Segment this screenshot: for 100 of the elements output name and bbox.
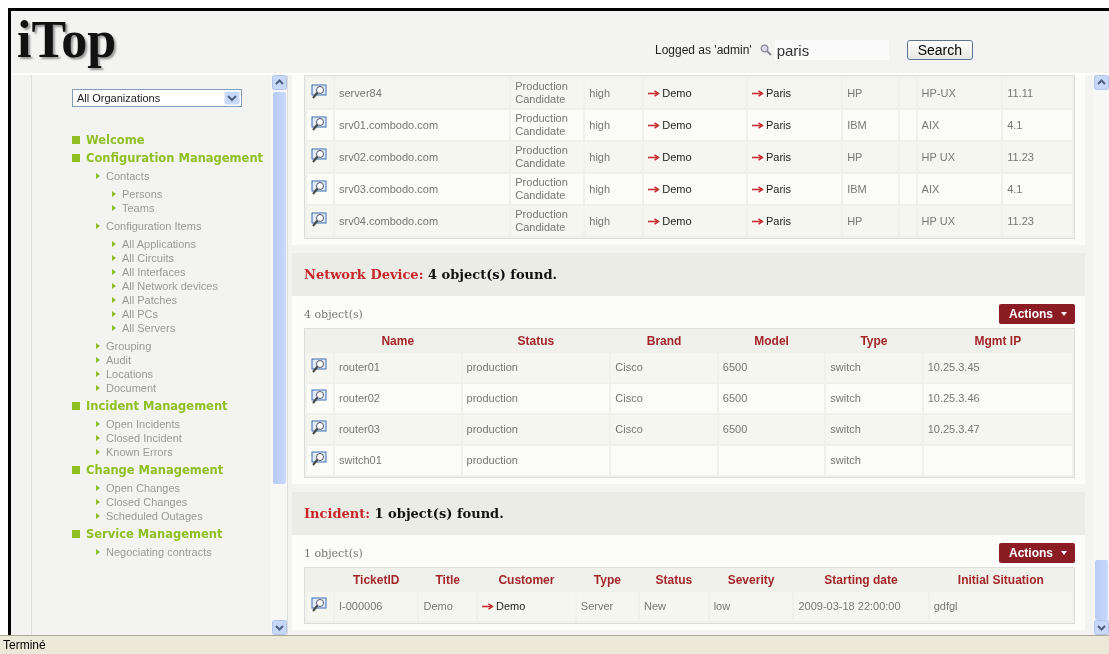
table-cell: Production Candidate <box>515 112 568 137</box>
actions-button[interactable]: Actions <box>999 543 1075 563</box>
scrollbar-thumb[interactable] <box>272 92 286 484</box>
column-header[interactable]: Severity <box>727 573 775 587</box>
scrollbar[interactable] <box>271 75 287 635</box>
magnifier-icon[interactable] <box>311 451 328 467</box>
search-button[interactable]: Search <box>906 40 973 60</box>
link[interactable]: Paris <box>751 214 791 228</box>
table-cell: HP <box>847 214 863 227</box>
arrow-icon <box>481 603 494 610</box>
table-cell: 2009-03-18 22:00:00 <box>798 600 901 612</box>
column-header[interactable]: Mgmt IP <box>974 334 1022 348</box>
table-cell: router03 <box>339 423 380 435</box>
link[interactable]: Paris <box>751 118 791 132</box>
table-cell: 4.1 <box>1007 182 1023 195</box>
table-cell: gdfgl <box>933 600 958 612</box>
table-cell: Production Candidate <box>515 208 568 233</box>
column-header[interactable]: Status <box>655 573 693 587</box>
bullet-icon <box>96 223 100 229</box>
column-header[interactable]: Status <box>517 334 555 348</box>
column-header[interactable]: Type <box>593 573 621 587</box>
arrow-icon <box>648 185 661 193</box>
table-cell: IBM <box>847 118 867 131</box>
column-header[interactable]: Name <box>381 334 415 348</box>
magnifier-icon[interactable] <box>311 179 328 196</box>
table-cell: low <box>713 600 731 612</box>
bullet-icon <box>112 255 116 261</box>
object-count: 4 object(s) <box>304 307 363 321</box>
table-cell: AIX <box>921 118 940 131</box>
table-cell: Production Candidate <box>515 176 568 201</box>
arrow-icon <box>648 153 661 161</box>
link[interactable]: Paris <box>751 182 791 196</box>
table-cell: production <box>466 423 518 435</box>
magnifier-icon[interactable] <box>311 358 328 374</box>
magnifier-icon[interactable] <box>311 597 328 613</box>
bullet-icon <box>112 205 116 211</box>
status-text: Terminé <box>0 635 1109 654</box>
table-cell: 11.23 <box>1007 214 1034 227</box>
bullet-icon <box>112 297 116 303</box>
table-cell: Cisco <box>615 361 643 373</box>
link[interactable]: Paris <box>751 150 791 164</box>
table-cell: srv04.combodo.com <box>339 214 439 227</box>
table-cell: I-000006 <box>339 600 383 612</box>
bullet-icon <box>112 325 116 331</box>
column-header[interactable]: Customer <box>498 573 555 587</box>
table-cell: production <box>466 392 518 404</box>
actions-button[interactable]: Actions <box>999 304 1075 324</box>
table-cell: router02 <box>339 392 380 404</box>
search-field[interactable]: paris <box>774 40 889 60</box>
bullet-icon <box>96 357 100 363</box>
table-cell: Production Candidate <box>515 144 568 169</box>
object-count: 1 object(s) <box>304 546 363 560</box>
bullet-icon <box>112 311 116 317</box>
column-header[interactable]: TicketID <box>353 573 400 587</box>
bullet-icon <box>72 466 80 474</box>
table-cell: high <box>589 86 611 99</box>
table-cell: server84 <box>339 86 382 99</box>
table-cell: HP UX <box>921 214 955 227</box>
table-cell: production <box>466 454 518 466</box>
magnifier-icon[interactable] <box>311 147 328 164</box>
scrollbar-thumb[interactable] <box>1094 560 1108 620</box>
arrow-icon <box>751 153 764 161</box>
table-cell: router01 <box>339 361 380 373</box>
table-cell: HP UX <box>921 150 955 163</box>
column-header[interactable]: Brand <box>646 334 682 348</box>
link[interactable]: Paris <box>751 86 791 100</box>
table-cell: 6500 <box>722 361 748 373</box>
magnifier-icon[interactable] <box>311 115 328 132</box>
magnifier-icon[interactable] <box>311 83 328 100</box>
column-header[interactable]: Initial Situation <box>957 573 1044 587</box>
table-cell: high <box>589 214 611 227</box>
bullet-icon <box>72 402 80 410</box>
scrollbar[interactable] <box>1093 75 1109 635</box>
arrow-icon <box>751 89 764 97</box>
table-cell: high <box>589 150 611 163</box>
table-cell: switch <box>830 361 861 373</box>
column-header[interactable]: Model <box>754 334 789 348</box>
magnifier-icon[interactable] <box>311 211 328 228</box>
column-header[interactable]: Title <box>435 573 460 587</box>
organization-select[interactable]: All Organizations <box>72 89 242 107</box>
table-cell: switch01 <box>339 454 382 466</box>
table-cell: high <box>589 182 611 195</box>
bullet-icon <box>96 385 100 391</box>
magnifier-icon[interactable] <box>311 389 328 405</box>
caret-icon <box>1061 551 1067 555</box>
table-cell: srv03.combodo.com <box>339 182 439 195</box>
bullet-icon <box>96 435 100 441</box>
table-cell: HP-UX <box>921 86 956 99</box>
table-cell: srv02.combodo.com <box>339 150 439 163</box>
table-cell: AIX <box>921 182 940 195</box>
table-cell: 10.25.3.46 <box>927 392 980 404</box>
table-cell: New <box>644 600 666 612</box>
table-cell: Cisco <box>615 423 643 435</box>
column-header[interactable]: Starting date <box>824 573 898 587</box>
bullet-icon <box>96 173 100 179</box>
column-header[interactable]: Type <box>860 334 888 348</box>
bullet-icon <box>96 421 100 427</box>
table-cell: 6500 <box>722 423 748 435</box>
magnifier-icon[interactable] <box>311 420 328 436</box>
arrow-icon <box>751 185 764 193</box>
